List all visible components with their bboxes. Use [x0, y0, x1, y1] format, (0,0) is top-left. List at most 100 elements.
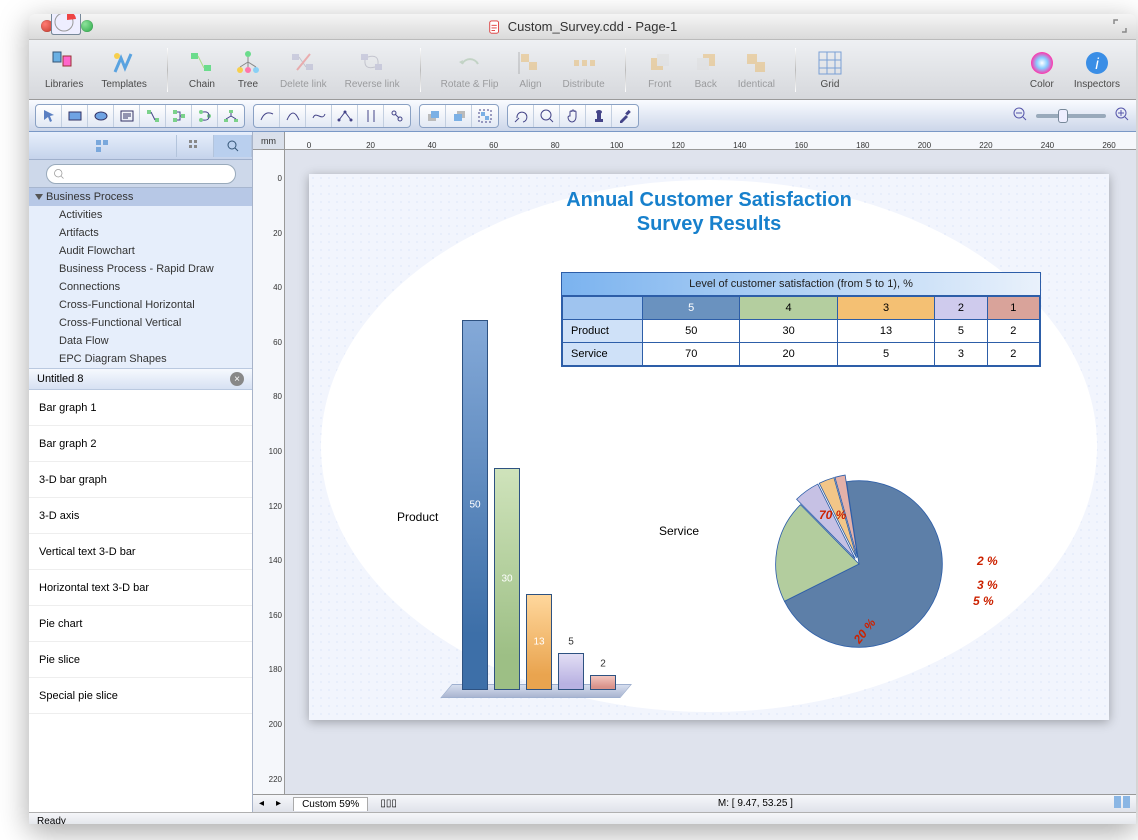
connector2-tool[interactable] — [166, 105, 192, 127]
eyedropper-tool[interactable] — [612, 105, 638, 127]
close-stencil-icon[interactable]: × — [230, 372, 244, 386]
rectangle-tool[interactable] — [62, 105, 88, 127]
shape-item[interactable]: 3-D axis — [29, 498, 252, 534]
curve1-tool[interactable] — [254, 105, 280, 127]
zoom-window-button[interactable] — [81, 20, 93, 32]
tree-item[interactable]: Cross-Functional Vertical — [29, 314, 252, 332]
sidebar-tab-grid[interactable] — [177, 135, 215, 157]
zoom-controls — [1012, 106, 1130, 125]
tree-header[interactable]: Business Process — [29, 188, 252, 206]
chart-title: Annual Customer Satisfaction Survey Resu… — [309, 188, 1109, 236]
pie-pct-5: 5 % — [973, 594, 994, 608]
tree-item[interactable]: Artifacts — [29, 224, 252, 242]
status-text: Ready — [37, 816, 66, 825]
connector1-tool[interactable] — [140, 105, 166, 127]
text-tool[interactable] — [114, 105, 140, 127]
reverse-link-button[interactable]: Reverse link — [337, 45, 408, 94]
connector4-tool[interactable] — [218, 105, 244, 127]
align-button[interactable]: Align — [508, 45, 552, 94]
view-mode-icon[interactable] — [1114, 796, 1130, 811]
shape-item[interactable]: 3-D bar graph — [29, 462, 252, 498]
front-tool[interactable] — [446, 105, 472, 127]
shape-item[interactable]: Pie slice — [29, 642, 252, 678]
tree-item[interactable]: Business Process - Rapid Draw — [29, 260, 252, 278]
shape-item[interactable]: Bar graph 1 — [29, 390, 252, 426]
sidebar-switch — [29, 132, 252, 160]
back-button[interactable]: Back — [684, 45, 728, 94]
curve3-tool[interactable] — [306, 105, 332, 127]
tree-item[interactable]: Activities — [29, 206, 252, 224]
zoomin-tool[interactable] — [534, 105, 560, 127]
selection-tools — [35, 104, 245, 128]
identical-button[interactable]: Identical — [730, 45, 783, 94]
arrange-tools — [419, 104, 499, 128]
shape-list: Bar graph 1%Bar graph 23-D bar graph3-D … — [29, 390, 252, 812]
chain-button[interactable]: Chain — [180, 45, 224, 94]
next-page-btn[interactable]: ▸ — [276, 798, 281, 809]
pan-tool[interactable] — [560, 105, 586, 127]
shape-item[interactable]: Special pie slice — [29, 678, 252, 714]
zoom-in-icon[interactable] — [1114, 106, 1130, 125]
page-tab[interactable]: Custom 59% — [293, 797, 368, 811]
status-bar: Ready — [29, 812, 1136, 824]
curve2-tool[interactable] — [280, 105, 306, 127]
fullscreen-button[interactable] — [1112, 18, 1128, 34]
tree-list: ActivitiesArtifactsAudit FlowchartBusine… — [29, 206, 252, 368]
shape-item[interactable]: Pie chart — [29, 606, 252, 642]
templates-button[interactable]: Templates — [93, 45, 155, 94]
sidebar-search-bar — [29, 160, 252, 188]
tree-item[interactable]: EPC Diagram Shapes — [29, 350, 252, 368]
sidebar-search-input[interactable] — [46, 164, 236, 184]
bar-chart-label: Product — [397, 510, 438, 524]
group-tool[interactable] — [472, 105, 498, 127]
tree-button[interactable]: Tree — [226, 45, 270, 94]
vertical-ruler: -20020406080100120140160180200220 — [253, 150, 285, 794]
pie-chart-label: Service — [659, 524, 699, 538]
svg-text:i: i — [1095, 56, 1099, 73]
shape-item[interactable]: %Bar graph 2 — [29, 426, 252, 462]
tree-item[interactable]: Data Flow — [29, 332, 252, 350]
grid-button[interactable]: Grid — [808, 45, 852, 94]
ellipse-tool[interactable] — [88, 105, 114, 127]
zoomfit-tool[interactable] — [508, 105, 534, 127]
prev-page-btn[interactable]: ◂ — [259, 798, 264, 809]
pie-pct-2: 2 % — [977, 554, 998, 568]
rotate-flip-button[interactable]: Rotate & Flip — [433, 45, 507, 94]
delete-link-button[interactable]: Delete link — [272, 45, 335, 94]
tree-item[interactable]: Audit Flowchart — [29, 242, 252, 260]
sidebar-tab-search[interactable] — [214, 135, 252, 157]
chevron-down-icon — [35, 194, 43, 200]
zoom-out-icon[interactable] — [1012, 106, 1028, 125]
mouse-coords: M: [ 9.47, 53.25 ] — [718, 798, 793, 809]
canvas[interactable]: Annual Customer Satisfaction Survey Resu… — [285, 150, 1136, 794]
sidebar-tab-tree[interactable] — [29, 135, 177, 157]
bar-chart: Product 50301352 — [452, 300, 652, 690]
view-tools — [507, 104, 639, 128]
shape-item[interactable]: ABCVertical text 3-D bar — [29, 534, 252, 570]
shape-item[interactable]: ABCHorizontal text 3-D bar — [29, 570, 252, 606]
horizontal-ruler: -200204060801001201401601802002202402602… — [285, 132, 1136, 150]
front-button[interactable]: Front — [638, 45, 682, 94]
canvas-footer: ◂ ▸ Custom 59% ▯▯▯ M: [ 9.47, 53.25 ] — [253, 794, 1136, 812]
connector3-tool[interactable] — [192, 105, 218, 127]
tree-item[interactable]: Connections — [29, 278, 252, 296]
editpoints-tool[interactable] — [332, 105, 358, 127]
curve-tools — [253, 104, 411, 128]
libraries-button[interactable]: Libraries — [37, 45, 91, 94]
sendback-tool[interactable] — [420, 105, 446, 127]
inspectors-button[interactable]: iInspectors — [1066, 45, 1128, 94]
color-button[interactable]: Color — [1020, 45, 1064, 94]
stage: mm -200204060801001201401601802002202402… — [253, 132, 1136, 812]
distribute-button[interactable]: Distribute — [554, 45, 612, 94]
join-tool[interactable] — [384, 105, 410, 127]
split-tool[interactable] — [358, 105, 384, 127]
tool-tray — [29, 100, 1136, 132]
stamp-tool[interactable] — [586, 105, 612, 127]
document-icon — [488, 20, 502, 34]
zoom-slider[interactable] — [1036, 114, 1106, 118]
pie-pct-3: 3 % — [977, 578, 998, 592]
tree-item[interactable]: Cross-Functional Horizontal — [29, 296, 252, 314]
ruler-unit: mm — [253, 132, 285, 150]
select-tool[interactable] — [36, 105, 62, 127]
sidebar: Business Process ActivitiesArtifactsAudi… — [29, 132, 253, 812]
